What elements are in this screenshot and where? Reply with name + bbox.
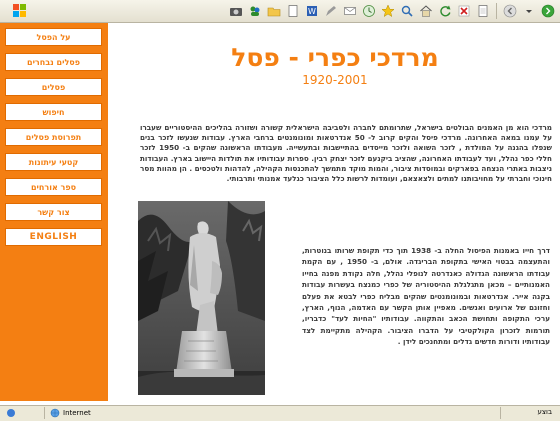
- toolbar-separator: [496, 3, 497, 19]
- career-paragraph: דרך חייו באמנות הפיסול החלה ב- 1938 תוך …: [302, 246, 550, 347]
- nav-search[interactable]: חיפוש: [5, 103, 102, 121]
- nav-press-clippings[interactable]: קטעי עיתונות: [5, 153, 102, 171]
- status-text: בוצע: [537, 408, 553, 416]
- status-zone: Internet: [50, 408, 91, 418]
- main-content: מרדכי כפרי - פסל 1920-2001 מרדכי הוא מן …: [110, 23, 560, 401]
- zone-label: Internet: [63, 409, 91, 417]
- edit-icon[interactable]: [323, 3, 339, 19]
- lock-zone-icon: [7, 409, 15, 417]
- camera-icon[interactable]: [228, 3, 244, 19]
- svg-text:W: W: [308, 7, 316, 16]
- status-bar: Internet בוצע: [0, 405, 560, 421]
- mail-icon[interactable]: [342, 3, 358, 19]
- page-years: 1920-2001: [302, 73, 368, 87]
- messenger-icon[interactable]: [247, 3, 263, 19]
- nav-contact[interactable]: צור קשר: [5, 203, 102, 221]
- page-title: מרדכי כפרי - פסל: [231, 43, 439, 72]
- globe-icon: [50, 408, 60, 418]
- home-icon[interactable]: [418, 3, 434, 19]
- document-icon-2[interactable]: [475, 3, 491, 19]
- folder-icon[interactable]: [266, 3, 282, 19]
- word-icon[interactable]: W: [304, 3, 320, 19]
- nav-english[interactable]: ENGLISH: [5, 228, 102, 246]
- sculpture-photo: [138, 201, 265, 395]
- nav-sculptures[interactable]: פסלים: [5, 78, 102, 96]
- favorites-icon[interactable]: [380, 3, 396, 19]
- stop-icon[interactable]: [456, 3, 472, 19]
- windows-logo-icon: [13, 4, 26, 17]
- status-left: [6, 408, 16, 418]
- history-icon[interactable]: [361, 3, 377, 19]
- back-icon[interactable]: [502, 3, 518, 19]
- nav-selected-sculptures[interactable]: פסלים נבחרים: [5, 53, 102, 71]
- dropdown-arrow-icon[interactable]: [521, 3, 537, 19]
- browser-toolbar: W: [0, 0, 560, 23]
- nav-sculpture-map[interactable]: תפרוסת פסלים: [5, 128, 102, 146]
- sidebar-nav: על הפסל פסלים נבחרים פסלים חיפוש תפרוסת …: [0, 23, 108, 401]
- toolbar-icons: W: [228, 3, 556, 19]
- status-divider-2: [500, 407, 501, 419]
- document-icon[interactable]: [285, 3, 301, 19]
- search-icon[interactable]: [399, 3, 415, 19]
- forward-icon[interactable]: [540, 3, 556, 19]
- nav-about-sculptor[interactable]: על הפסל: [5, 28, 102, 46]
- sculpture-photo-image: [138, 201, 265, 395]
- nav-guestbook[interactable]: ספר אורחים: [5, 178, 102, 196]
- refresh-icon[interactable]: [437, 3, 453, 19]
- status-divider: [44, 407, 45, 419]
- bio-paragraph: מרדכי הוא מן האמנים הבולטים בישראל, שתרו…: [140, 123, 552, 184]
